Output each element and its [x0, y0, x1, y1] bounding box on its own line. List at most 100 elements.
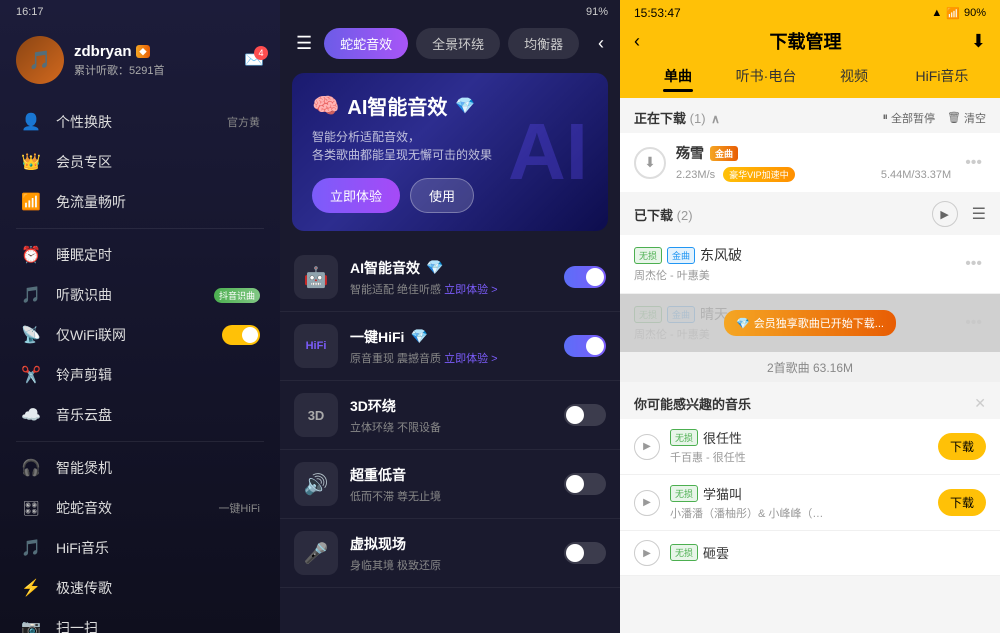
menu-label-sleep: 睡眠定时 [56, 245, 260, 265]
menu-item-scan[interactable]: 📷 扫一扫 [0, 608, 280, 633]
dl-vip-accelerate-tag: 豪华VIP加速中 [723, 167, 795, 182]
sort-button[interactable]: ☰ [972, 204, 986, 224]
effect-ai-toggle[interactable] [564, 266, 606, 288]
effect-virtual-toggle[interactable] [564, 542, 606, 564]
downloaded-1-more[interactable]: ••• [961, 251, 986, 277]
dl-progress-row: 2.23M/s 豪华VIP加速中 5.44M/33.37M [676, 167, 951, 182]
mail-button[interactable]: ✉️ 4 [244, 50, 264, 70]
left-status-bar: 16:17 [0, 0, 280, 22]
rec-3-title: 无损 砸雲 [670, 543, 986, 562]
effect-3d-toggle[interactable] [564, 404, 606, 426]
effect-item-3d[interactable]: 3D 3D环绕 立体环绕 不限设备 [280, 381, 620, 450]
rec-2-info: 无损 学猫叫 小潘潘（潘柚彤）& 小峰峰（… [670, 484, 928, 521]
dl-item-title: 殇雪 金曲 [676, 143, 951, 163]
clear-icon: 🗑 [947, 111, 961, 124]
avatar-image: 🎵 [16, 36, 64, 84]
tab-panorama[interactable]: 全景环绕 [416, 28, 500, 59]
right-status-bar: 15:53:47 ▲ 📶 90% [620, 0, 1000, 22]
effect-hifi-title: 一键HiFi 💎 [350, 327, 552, 347]
ai-effect-diamond: 💎 [426, 259, 443, 276]
vip-overlay-text: 💎 会员独享歌曲已开始下载... [724, 310, 896, 336]
downloaded-section-header: 已下载 (2) ▶ ☰ [620, 193, 1000, 235]
rec-close-button[interactable]: ✕ [974, 395, 986, 412]
effect-list: 🤖 AI智能音效 💎 智能适配 绝佳听感 立即体验 > HiFi 一键HiFi … [280, 239, 620, 633]
wifi-toggle[interactable] [222, 325, 260, 345]
menu-item-vip[interactable]: 👑 会员专区 [0, 142, 280, 182]
rec-3-info: 无损 砸雲 [670, 543, 986, 564]
effect-3d-info: 3D环绕 立体环绕 不限设备 [350, 396, 552, 435]
effect-item-virtual[interactable]: 🎤 虚拟现场 身临其境 极致还原 [280, 519, 620, 588]
effect-item-bass[interactable]: 🔊 超重低音 低而不滞 尊无止境 [280, 450, 620, 519]
rec-play-1[interactable]: ▶ [634, 434, 660, 460]
mid-battery: 91% [586, 6, 608, 18]
tab-audiobook[interactable]: 听书·电台 [722, 62, 810, 90]
rec-1-title: 无损 很任性 [670, 428, 928, 447]
download-cloud-icon[interactable]: ⬇ [971, 31, 986, 52]
menu-item-ringtone[interactable]: ✂️ 铃声剪辑 [0, 355, 280, 395]
tab-single[interactable]: 单曲 [634, 62, 722, 90]
menu-item-hifi[interactable]: 🎵 HiFi音乐 [0, 528, 280, 568]
hamburger-button[interactable]: ☰ [292, 29, 316, 58]
snake-icon: 🎛 [20, 497, 42, 519]
dl-status-icon: ⬇ [634, 147, 666, 179]
vip-download-overlay: 💎 会员独享歌曲已开始下载... [620, 294, 1000, 352]
effect-bass-info: 超重低音 低而不滞 尊无止境 [350, 465, 552, 504]
menu-item-skin[interactable]: 👤 个性换肤 官方黄 [0, 102, 280, 142]
downloaded-title: 已下载 (2) [634, 205, 932, 224]
rec-play-2[interactable]: ▶ [634, 490, 660, 516]
menu-item-cloud[interactable]: ☁️ 音乐云盘 [0, 395, 280, 435]
rec-2-download-button[interactable]: 下载 [938, 489, 986, 516]
menu-item-fast-transfer[interactable]: ⚡ 极速传歌 [0, 568, 280, 608]
menu-divider-1 [16, 228, 264, 229]
menu-label-wifi: 仅WiFi联网 [56, 325, 208, 345]
rec-item-2: ▶ 无损 学猫叫 小潘潘（潘柚彤）& 小峰峰（… 下载 [620, 475, 1000, 531]
right-page-title: 下载管理 [650, 28, 961, 54]
downloaded-item-2: 无损 金曲 晴天 周杰伦 - 叶惠美 ••• 💎 会员独享歌曲已开始下载... [620, 294, 1000, 353]
rec-1-download-button[interactable]: 下载 [938, 433, 986, 460]
effect-hifi-toggle[interactable] [564, 335, 606, 357]
effect-bass-toggle[interactable] [564, 473, 606, 495]
menu-label-fast-transfer: 极速传歌 [56, 578, 260, 598]
menu-item-wifi[interactable]: 📡 仅WiFi联网 [0, 315, 280, 355]
ringtone-icon: ✂️ [20, 364, 42, 386]
downloaded-footer: 2首歌曲 63.16M [620, 353, 1000, 382]
tab-hifi-music[interactable]: HiFi音乐 [898, 62, 986, 90]
menu-label-vip: 会员专区 [56, 152, 260, 172]
menu-item-free-flow[interactable]: 📶 免流量畅听 [0, 182, 280, 222]
left-panel: 16:17 🎵 zdbryan ◆ 累计听歌：5291首 ✉️ 4 👤 个性换肤… [0, 0, 280, 633]
menu-item-burnin[interactable]: 🎧 智能煲机 [0, 448, 280, 488]
flow-icon: 📶 [20, 191, 42, 213]
ai-diamond-icon: 💎 [455, 96, 475, 116]
tab-equalizer[interactable]: 均衡器 [508, 28, 579, 59]
skin-badge: 官方黄 [227, 114, 260, 130]
ai-try-button[interactable]: 立即体验 [312, 178, 400, 213]
mail-badge: 4 [254, 46, 268, 60]
tab-snake-effect[interactable]: 蛇蛇音效 [324, 28, 408, 59]
rec-play-3[interactable]: ▶ [634, 540, 660, 566]
mid-back-button[interactable]: ‹ [594, 29, 608, 58]
right-back-button[interactable]: ‹ [634, 31, 640, 52]
downloaded-section: 已下载 (2) ▶ ☰ 无损 金曲 东风破 周杰伦 - 叶惠美 [620, 193, 1000, 382]
downloaded-actions: ▶ ☰ [932, 201, 986, 227]
menu-item-shazam[interactable]: 🎵 听歌识曲 抖音识曲 [0, 275, 280, 315]
dl-more-button[interactable]: ••• [961, 150, 986, 176]
hifi-diamond: 💎 [410, 328, 427, 345]
menu-item-sleep[interactable]: ⏰ 睡眠定时 [0, 235, 280, 275]
clear-button[interactable]: 🗑 清空 [947, 110, 986, 126]
right-tab-bar: 单曲 听书·电台 视频 HiFi音乐 [620, 62, 1000, 98]
menu-item-snake-effect[interactable]: 🎛 蛇蛇音效 一键HiFi [0, 488, 280, 528]
vip-badge: ◆ [136, 45, 151, 58]
effect-bass-sub: 低而不滞 尊无止境 [350, 488, 552, 504]
pause-all-button[interactable]: ⏸ 全部暂停 [883, 110, 936, 126]
dl-speed: 2.23M/s [676, 169, 715, 181]
avatar[interactable]: 🎵 [16, 36, 64, 84]
effect-item-hifi[interactable]: HiFi 一键HiFi 💎 原音重现 震撼音质 立即体验 > [280, 312, 620, 381]
rec-item-1: ▶ 无损 很任性 千百惠 - 很任性 下载 [620, 419, 1000, 475]
play-all-button[interactable]: ▶ [932, 201, 958, 227]
effect-item-ai[interactable]: 🤖 AI智能音效 💎 智能适配 绝佳听感 立即体验 > [280, 243, 620, 312]
right-panel: 15:53:47 ▲ 📶 90% ‹ 下载管理 ⬇ 单曲 听书·电台 视频 Hi… [620, 0, 1000, 633]
ai-use-button[interactable]: 使用 [410, 178, 474, 213]
tab-video[interactable]: 视频 [810, 62, 898, 90]
effect-hifi-info: 一键HiFi 💎 原音重现 震撼音质 立即体验 > [350, 327, 552, 366]
rec-section-title: 你可能感兴趣的音乐 [634, 394, 974, 413]
